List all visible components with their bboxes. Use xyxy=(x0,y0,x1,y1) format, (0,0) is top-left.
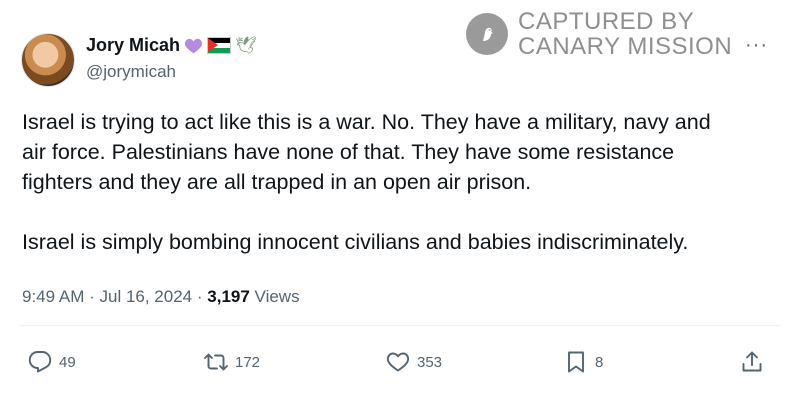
watermark-line1: CAPTURED BY xyxy=(518,8,695,35)
avatar[interactable] xyxy=(21,33,75,87)
tweet-time[interactable]: 9:49 AM xyxy=(22,287,84,306)
repost-button[interactable]: 172 xyxy=(204,350,260,374)
author-name-row: Jory Micah 🕊 xyxy=(86,35,257,56)
watermark-line2: CANARY MISSION xyxy=(518,33,733,60)
share-button[interactable] xyxy=(740,350,764,374)
bookmark-button[interactable]: 8 xyxy=(564,350,603,374)
like-count: 353 xyxy=(417,353,443,371)
views-label: Views xyxy=(254,287,300,306)
purple-heart-icon xyxy=(185,38,203,54)
meta-separator: · xyxy=(89,287,100,306)
share-icon xyxy=(742,351,762,372)
meta-separator: · xyxy=(196,287,208,306)
more-options-icon[interactable]: ··· xyxy=(745,34,768,57)
heart-icon xyxy=(386,352,410,372)
author-name[interactable]: Jory Micah xyxy=(86,35,180,56)
watermark-text: CAPTURED BY CANARY MISSION xyxy=(518,9,732,59)
author-handle[interactable]: @jorymicah xyxy=(86,62,176,82)
watermark: CAPTURED BY CANARY MISSION xyxy=(466,9,732,59)
repost-icon xyxy=(204,353,228,371)
reply-count: 49 xyxy=(59,353,76,371)
like-button[interactable]: 353 xyxy=(386,350,442,374)
tweet-date[interactable]: Jul 16, 2024 xyxy=(100,287,193,306)
bookmark-icon xyxy=(568,351,584,373)
reply-icon xyxy=(28,351,52,373)
divider xyxy=(20,325,780,326)
palestine-flag-icon xyxy=(207,37,232,54)
tweet-text: Israel is trying to act like this is a w… xyxy=(22,110,711,254)
repost-count: 172 xyxy=(235,353,261,371)
bookmark-count: 8 xyxy=(595,353,604,371)
canary-bird-icon xyxy=(466,13,508,55)
tweet-meta: 9:49 AM · Jul 16, 2024 · 3,197 Views xyxy=(22,287,300,307)
views-count: 3,197 xyxy=(207,287,250,306)
action-bar: 49 172 353 8 xyxy=(0,350,800,380)
reply-button[interactable]: 49 xyxy=(28,350,76,374)
dove-icon: 🕊 xyxy=(235,35,257,55)
